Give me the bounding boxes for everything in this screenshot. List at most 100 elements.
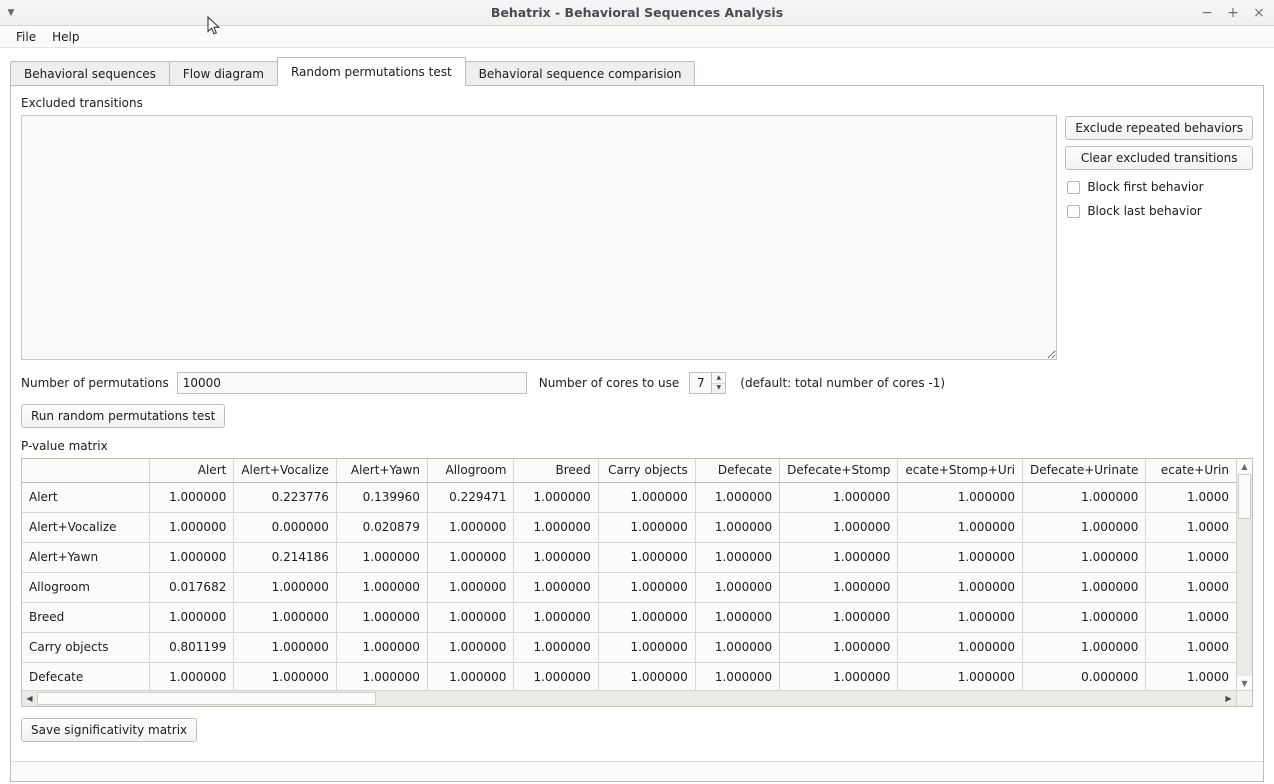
number-of-cores-input[interactable]: [689, 372, 712, 394]
table-cell[interactable]: 1.000000: [598, 662, 696, 691]
table-cell[interactable]: 1.000000: [1022, 602, 1147, 633]
tab-random-permutations-test[interactable]: Random permutations test: [276, 57, 466, 86]
table-cell[interactable]: 1.000000: [1022, 482, 1147, 513]
scroll-right-icon[interactable]: ▶: [1221, 691, 1236, 706]
table-column-header[interactable]: Allogroom: [427, 459, 515, 483]
table-cell[interactable]: 1.000000: [149, 512, 235, 543]
table-cell[interactable]: 1.000000: [779, 542, 899, 573]
table-cell[interactable]: 1.000000: [336, 572, 428, 603]
block-last-behavior-checkbox[interactable]: Block last behavior: [1065, 204, 1253, 218]
table-cell[interactable]: 1.000000: [598, 572, 696, 603]
table-cell[interactable]: 0.000000: [1022, 662, 1147, 691]
table-cell[interactable]: 0.214186: [233, 542, 337, 573]
table-cell[interactable]: 1.000000: [149, 662, 235, 691]
table-cell[interactable]: 0.000000: [233, 512, 337, 543]
table-cell[interactable]: 1.000000: [695, 512, 781, 543]
table-row[interactable]: Allogroom 0.017682 1.000000 1.000000 1.00000…: [22, 572, 1237, 603]
minimize-button[interactable]: −: [1198, 4, 1216, 22]
table-cell[interactable]: 1.000000: [695, 482, 781, 513]
table-column-header[interactable]: Alert: [149, 459, 235, 483]
tab-flow-diagram[interactable]: Flow diagram: [168, 61, 278, 86]
table-cell[interactable]: 1.000000: [897, 512, 1023, 543]
table-cell[interactable]: 1.000000: [513, 602, 599, 633]
table-column-header[interactable]: Alert+Vocalize: [233, 459, 337, 483]
table-cell[interactable]: 1.000000: [336, 602, 428, 633]
scroll-up-icon[interactable]: ▲: [1237, 459, 1252, 474]
table-cell[interactable]: 1.000000: [336, 542, 428, 573]
table-cell[interactable]: 1.000000: [336, 662, 428, 691]
table-cell[interactable]: 0.020879: [336, 512, 428, 543]
table-cell[interactable]: 1.000000: [695, 572, 781, 603]
table-cell[interactable]: 1.000000: [897, 602, 1023, 633]
table-cell[interactable]: 0.139960: [336, 482, 428, 513]
table-cell[interactable]: 1.000000: [897, 572, 1023, 603]
menu-help[interactable]: Help: [44, 28, 87, 46]
stepper-down-icon[interactable]: ▼: [712, 384, 725, 394]
table-cell[interactable]: 1.000000: [233, 662, 337, 691]
excluded-transitions-textarea[interactable]: [21, 115, 1058, 360]
table-cell[interactable]: 1.000000: [779, 602, 899, 633]
number-of-cores-stepper[interactable]: ▲ ▼: [689, 372, 727, 394]
table-row[interactable]: Carry objects 0.801199 1.000000 1.000000 1.0…: [22, 632, 1237, 663]
exclude-repeated-behaviors-button[interactable]: Exclude repeated behaviors: [1065, 116, 1253, 140]
table-cell[interactable]: 1.000000: [779, 482, 899, 513]
table-cell[interactable]: 1.000000: [427, 542, 515, 573]
table-cell[interactable]: 1.000000: [897, 482, 1023, 513]
table-cell[interactable]: 1.000000: [149, 542, 235, 573]
number-of-permutations-input[interactable]: [176, 372, 527, 394]
table-cell[interactable]: 1.000000: [897, 542, 1023, 573]
table-cell[interactable]: 1.000000: [598, 602, 696, 633]
table-cell[interactable]: 1.000000: [897, 632, 1023, 663]
horizontal-scroll-thumb[interactable]: [37, 692, 376, 705]
table-cell[interactable]: 1.000000: [779, 632, 899, 663]
table-cell[interactable]: 1.000000: [598, 542, 696, 573]
run-random-permutations-test-button[interactable]: Run random permutations test: [21, 404, 226, 428]
table-cell[interactable]: 1.0000: [1145, 602, 1237, 633]
table-column-header[interactable]: Alert+Yawn: [336, 459, 428, 483]
table-cell[interactable]: 1.000000: [1022, 542, 1147, 573]
scroll-down-icon[interactable]: ▼: [1237, 676, 1252, 691]
vertical-scrollbar[interactable]: ▲ ▼: [1236, 459, 1252, 691]
table-cell[interactable]: 1.000000: [695, 602, 781, 633]
table-column-header[interactable]: Breed: [513, 459, 599, 483]
table-column-header[interactable]: Defecate+Urinate: [1022, 459, 1147, 483]
table-cell[interactable]: 1.0000: [1145, 662, 1237, 691]
table-cell[interactable]: 1.000000: [598, 632, 696, 663]
tab-behavioral-sequences[interactable]: Behavioral sequences: [10, 61, 170, 86]
scroll-left-icon[interactable]: ◀: [22, 691, 37, 706]
table-cell[interactable]: 0.229471: [427, 482, 515, 513]
table-cell[interactable]: 1.0000: [1145, 542, 1237, 573]
table-cell[interactable]: 1.000000: [427, 632, 515, 663]
block-first-behavior-checkbox[interactable]: Block first behavior: [1065, 180, 1253, 194]
table-cell[interactable]: 1.000000: [695, 632, 781, 663]
table-cell[interactable]: 1.000000: [336, 632, 428, 663]
table-cell[interactable]: 1.000000: [427, 512, 515, 543]
table-row[interactable]: Alert+Vocalize 1.000000 0.000000 0.020879 1.…: [22, 512, 1237, 543]
table-cell[interactable]: 1.000000: [513, 512, 599, 543]
window-menu-arrow-icon[interactable]: ▼: [0, 0, 22, 26]
table-cell[interactable]: 1.000000: [427, 662, 515, 691]
table-cell[interactable]: 1.000000: [695, 662, 781, 691]
table-cell[interactable]: 1.000000: [149, 602, 235, 633]
stepper-up-icon[interactable]: ▲: [712, 373, 726, 384]
table-column-header[interactable]: Defecate+Stomp: [779, 459, 899, 483]
table-cell[interactable]: 1.000000: [1022, 512, 1147, 543]
table-cell[interactable]: 1.0000: [1145, 512, 1237, 543]
horizontal-scrollbar[interactable]: ◀ ▶: [22, 690, 1236, 706]
table-cell[interactable]: 0.801199: [149, 632, 235, 663]
table-cell[interactable]: 1.000000: [427, 602, 515, 633]
table-column-header[interactable]: Defecate: [695, 459, 781, 483]
table-cell[interactable]: 1.000000: [513, 482, 599, 513]
table-cell[interactable]: 1.000000: [149, 482, 235, 513]
maximize-button[interactable]: +: [1224, 4, 1242, 22]
vertical-scroll-thumb[interactable]: [1238, 474, 1251, 519]
table-cell[interactable]: 1.000000: [598, 512, 696, 543]
table-cell[interactable]: 1.000000: [598, 482, 696, 513]
close-button[interactable]: ×: [1250, 4, 1268, 22]
table-cell[interactable]: 1.000000: [695, 542, 781, 573]
table-cell[interactable]: 1.000000: [897, 662, 1023, 691]
table-cell[interactable]: 0.223776: [233, 482, 337, 513]
clear-excluded-transitions-button[interactable]: Clear excluded transitions: [1065, 146, 1253, 170]
table-row[interactable]: Alert+Yawn 1.000000 0.214186 1.000000 1.0000…: [22, 542, 1237, 573]
table-row[interactable]: Defecate 1.000000 1.000000 1.000000 1.000000…: [22, 662, 1237, 691]
